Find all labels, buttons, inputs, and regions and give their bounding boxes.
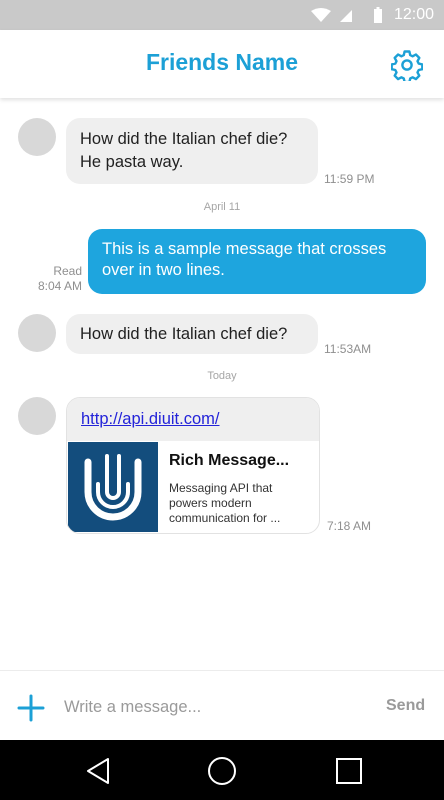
message-input[interactable] xyxy=(64,695,364,719)
diuit-logo-icon xyxy=(68,442,158,532)
message-timestamp: 11:53AM xyxy=(324,342,372,356)
status-time: 12:00 xyxy=(394,6,435,23)
read-receipt: Read 8:04 AM xyxy=(38,264,82,294)
read-status: Read xyxy=(53,264,82,278)
incoming-message-bubble: How did the Italian chef die? xyxy=(66,314,318,354)
read-time: 8:04 AM xyxy=(37,279,82,293)
rich-card-description: Messaging API that powers modern communi… xyxy=(169,481,281,525)
date-separator: April 11 xyxy=(203,201,241,213)
page-title: Friends Name xyxy=(145,49,299,75)
gear-icon[interactable] xyxy=(391,49,423,81)
rich-link[interactable]: http://api.diuit.com/ xyxy=(81,410,220,429)
signal-icon xyxy=(340,10,352,22)
avatar[interactable] xyxy=(18,397,56,435)
status-bar: 12:00 xyxy=(0,0,444,30)
message-timestamp: 7:18 AM xyxy=(327,519,372,533)
back-icon[interactable] xyxy=(82,755,114,787)
home-icon[interactable] xyxy=(206,755,238,787)
message-composer: Send xyxy=(0,670,444,740)
wifi-icon xyxy=(311,8,331,22)
avatar[interactable] xyxy=(18,118,56,156)
app-bar: Friends Name xyxy=(0,30,444,98)
incoming-message-bubble: How did the Italian chef die? He pasta w… xyxy=(66,118,318,184)
outgoing-message-bubble: This is a sample message that crosses ov… xyxy=(88,229,426,294)
avatar[interactable] xyxy=(18,314,56,352)
navigation-bar xyxy=(0,740,444,800)
battery-icon xyxy=(374,7,382,23)
rich-link-row: http://api.diuit.com/ xyxy=(67,398,319,441)
date-separator: Today xyxy=(207,370,237,382)
rich-card-title: Rich Message... xyxy=(169,452,290,469)
plus-icon[interactable] xyxy=(17,694,45,722)
rich-message-card[interactable]: http://api.diuit.com/ Rich Message... Me… xyxy=(66,397,320,534)
recents-icon[interactable] xyxy=(333,755,365,787)
send-button[interactable]: Send xyxy=(386,697,425,715)
message-timestamp: 11:59 PM xyxy=(324,172,375,186)
